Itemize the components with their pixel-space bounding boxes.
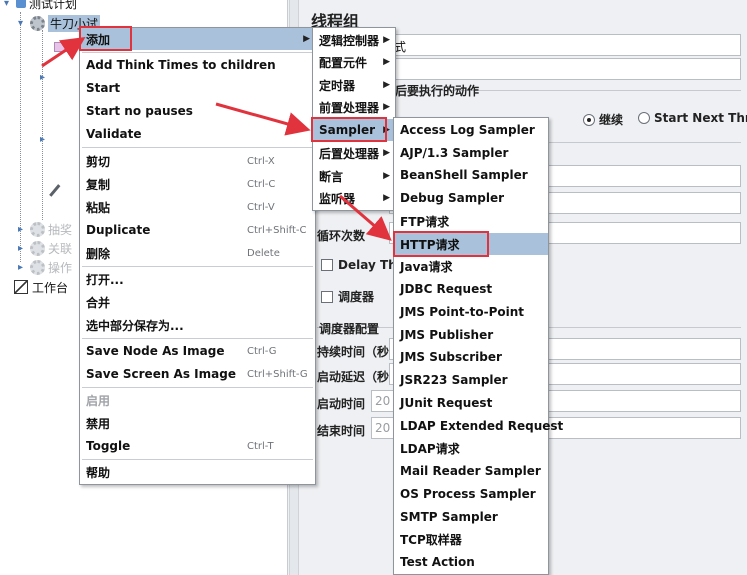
annotation-arrow <box>41 37 86 68</box>
annotation-arrows <box>41 37 392 241</box>
annotation-arrow <box>215 102 311 136</box>
annotation-arrow <box>339 194 392 241</box>
